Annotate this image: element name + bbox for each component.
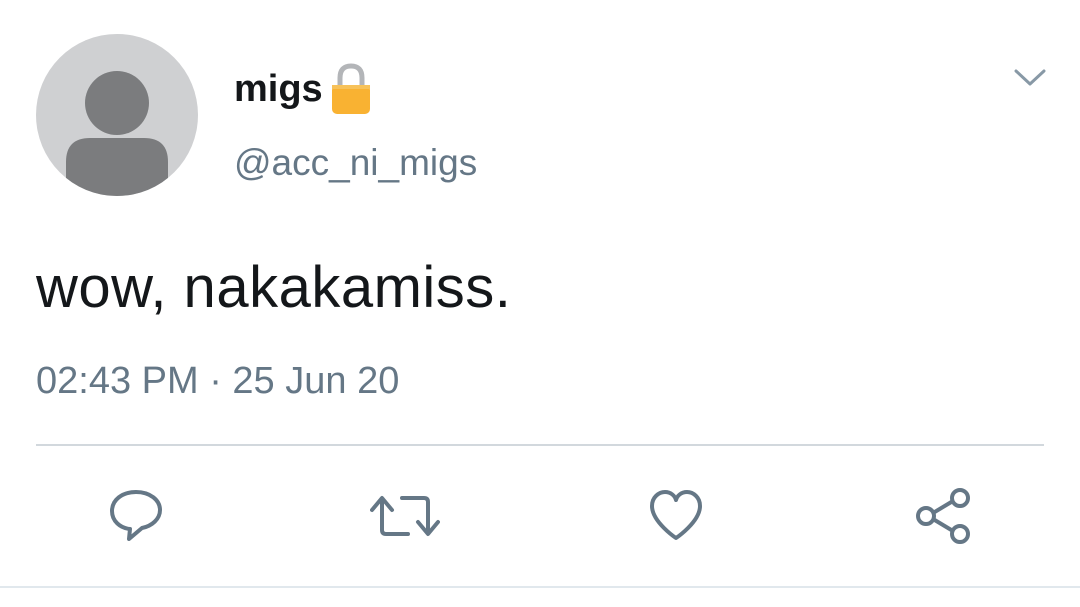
user-handle[interactable]: @acc_ni_migs <box>234 142 477 184</box>
lock-icon <box>329 61 373 117</box>
avatar[interactable] <box>36 34 198 196</box>
tweet-text: wow, nakakamiss. <box>36 255 512 320</box>
tweet-timestamp[interactable]: 02:43 PM · 25 Jun 20 <box>36 360 399 403</box>
default-avatar-icon <box>66 71 168 196</box>
reply-icon[interactable] <box>106 486 166 546</box>
display-name-row: migs <box>234 60 373 118</box>
share-icon[interactable] <box>914 486 974 546</box>
like-icon[interactable] <box>646 486 706 546</box>
tweet: migs @acc_ni_migs wow, nakakamiss. 02:43… <box>0 0 1080 607</box>
display-name[interactable]: migs <box>234 68 323 111</box>
chevron-down-icon[interactable] <box>1010 62 1050 92</box>
divider <box>36 444 1044 446</box>
bottom-divider <box>0 586 1080 588</box>
retweet-icon[interactable] <box>370 486 440 546</box>
